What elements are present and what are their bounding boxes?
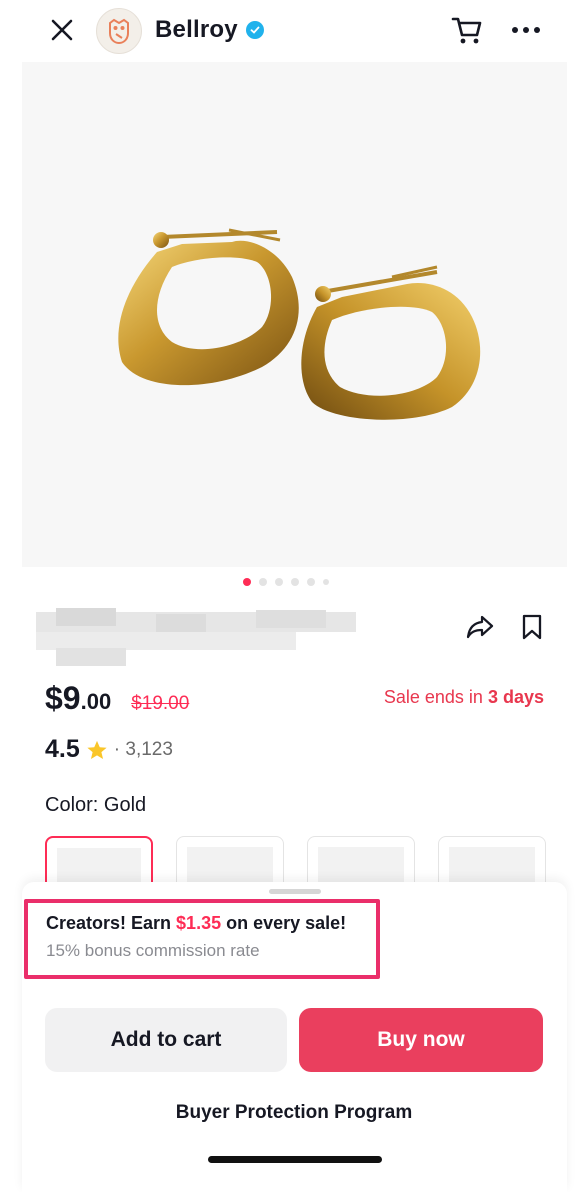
pagination-dot[interactable] — [307, 578, 315, 586]
price-row: $9.00 $19.00 — [45, 680, 189, 717]
verified-icon — [246, 21, 264, 39]
star-icon — [87, 740, 107, 759]
product-title-redacted — [36, 608, 356, 668]
rating-count: · 3,123 — [113, 738, 173, 760]
cart-icon[interactable] — [448, 12, 486, 48]
price-current: $9.00 — [45, 680, 112, 716]
add-to-cart-button[interactable]: Add to cart — [45, 1008, 287, 1072]
buy-now-button[interactable]: Buy now — [299, 1008, 543, 1072]
pagination-dot[interactable] — [323, 579, 329, 585]
promo-earn-text: Creators! Earn $1.35 on every sale! — [46, 913, 347, 933]
promo-commission-text: 15% bonus commission rate — [46, 941, 260, 960]
close-icon[interactable] — [46, 14, 78, 46]
creator-promo-banner[interactable]: Creators! Earn $1.35 on every sale! 15% … — [24, 899, 380, 979]
pagination-dot[interactable] — [275, 578, 283, 586]
image-pagination — [0, 578, 588, 586]
brand-name[interactable]: Bellroy — [155, 16, 238, 44]
owl-logo-icon — [109, 18, 129, 45]
home-indicator[interactable] — [208, 1156, 382, 1163]
sheet-handle[interactable] — [269, 889, 321, 894]
brand-avatar[interactable] — [96, 8, 142, 54]
buyer-protection-link[interactable]: Buyer Protection Program — [0, 1102, 588, 1124]
share-icon[interactable] — [464, 612, 496, 642]
rating-value: 4.5 — [45, 735, 80, 763]
pagination-dot[interactable] — [243, 578, 251, 586]
more-icon[interactable] — [506, 16, 546, 44]
pagination-dot[interactable] — [259, 578, 267, 586]
color-label: Color: Gold — [45, 794, 147, 816]
price-original: $19.00 — [131, 693, 190, 714]
product-image[interactable] — [22, 62, 567, 567]
bookmark-icon[interactable] — [518, 612, 546, 642]
rating-row[interactable]: 4.5 · 3,123 — [45, 735, 173, 764]
pagination-dot[interactable] — [291, 578, 299, 586]
sale-countdown: Sale ends in 3 days — [383, 687, 544, 707]
